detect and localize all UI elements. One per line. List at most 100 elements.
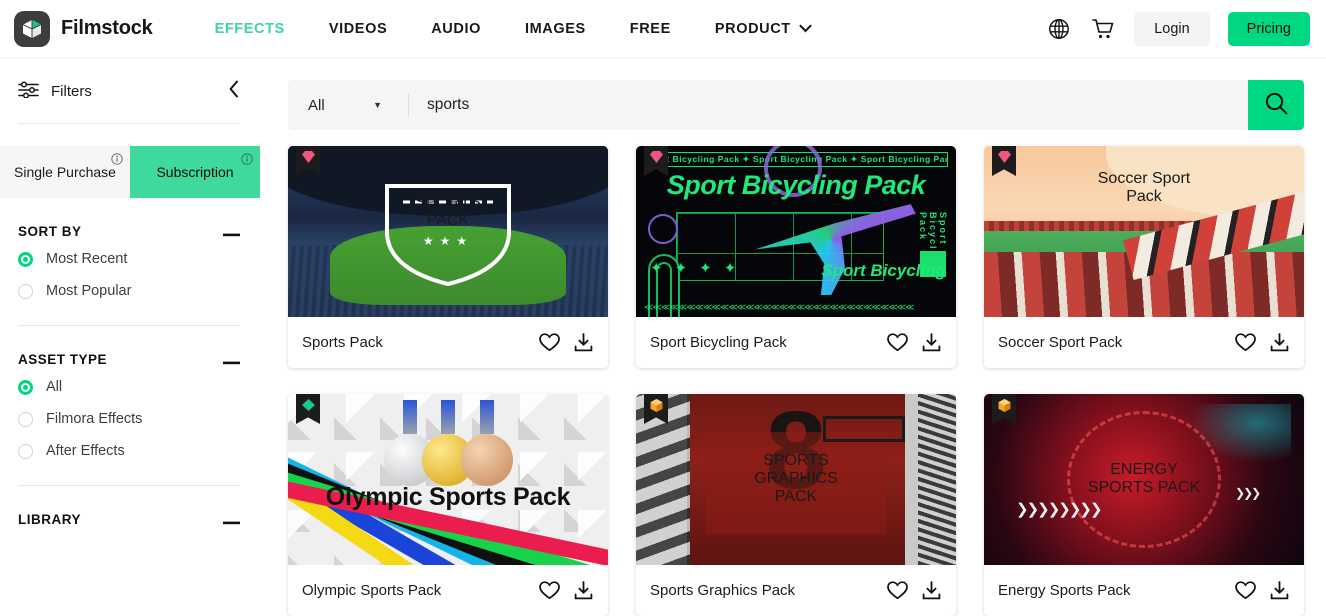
facet-sort-by-header[interactable]: SORT BY [18, 198, 240, 243]
art-title: SPORTS [415, 193, 481, 211]
facet-asset-type-title: ASSET TYPE [18, 352, 108, 367]
facet-asset-type-header[interactable]: ASSET TYPE [18, 326, 240, 371]
thumbnail-art-bicycling: Sport Bicycling Pack ✦ Sport Bicycling P… [636, 146, 956, 317]
card-actions [887, 333, 941, 352]
search-icon [1264, 91, 1289, 119]
card-actions [539, 333, 593, 352]
download-icon[interactable] [922, 333, 941, 352]
nav-item-videos[interactable]: VIDEOS [307, 13, 409, 45]
minus-icon[interactable] [223, 514, 240, 525]
filters-sidebar: Filters Single Purchase Subscription SOR… [0, 58, 260, 616]
sort-option-most-recent-label: Most Recent [46, 251, 128, 267]
card-footer: Sports Pack [288, 316, 608, 368]
download-icon[interactable] [922, 581, 941, 600]
card-thumbnail[interactable]: 8 SPORTS GRAPHICS PACK [636, 394, 956, 565]
top-navigation-bar: Filmstock EFFECTS VIDEOS AUDIO IMAGES FR… [0, 0, 1326, 58]
download-icon[interactable] [574, 581, 593, 600]
download-icon[interactable] [1270, 581, 1289, 600]
asset-option-all-label: All [46, 379, 63, 395]
search-scope-dropdown[interactable]: All ▼ [288, 80, 408, 130]
sort-option-most-recent[interactable]: Most Recent [18, 243, 240, 275]
result-card[interactable]: SPORTS PACK ★★★ Sports Pack [288, 146, 608, 368]
results-grid: SPORTS PACK ★★★ Sports Pack Sport Bicycl… [260, 130, 1326, 616]
plan-subscription-label: Subscription [156, 163, 234, 180]
facet-library: LIBRARY [0, 486, 260, 531]
card-thumbnail[interactable]: ❯❯❯❯❯❯❯❯ ❯❯❯ ENERGY SPORTS PACK [984, 394, 1304, 565]
search-submit-button[interactable] [1248, 80, 1304, 130]
art-subtitle: SPORTS PACK [1087, 479, 1201, 497]
result-card[interactable]: 8 SPORTS GRAPHICS PACK [636, 394, 956, 616]
download-icon[interactable] [1270, 333, 1289, 352]
card-footer: Energy Sports Pack [984, 564, 1304, 616]
info-icon[interactable] [241, 152, 253, 169]
nav-item-effects-label: EFFECTS [214, 20, 285, 37]
plan-single-purchase-label: Single Purchase [14, 163, 116, 180]
minus-icon[interactable] [223, 226, 240, 237]
login-button[interactable]: Login [1134, 11, 1210, 46]
facet-library-title: LIBRARY [18, 512, 81, 527]
card-thumbnail[interactable]: Olympic Sports Pack [288, 394, 608, 565]
card-footer: Sport Bicycling Pack [636, 316, 956, 368]
nav-item-images-label: IMAGES [524, 20, 586, 37]
result-card[interactable]: ❯❯❯❯❯❯❯❯ ❯❯❯ ENERGY SPORTS PACK Energy S… [984, 394, 1304, 616]
art-subtitle: PACK [426, 211, 470, 229]
radio-icon [18, 411, 33, 427]
heart-icon[interactable] [887, 333, 908, 352]
facet-library-header[interactable]: LIBRARY [18, 486, 240, 531]
heart-icon[interactable] [1235, 581, 1256, 600]
page-body: Filters Single Purchase Subscription SOR… [0, 58, 1326, 616]
result-card[interactable]: Soccer Sport Pack Soccer Sport Pack [984, 146, 1304, 368]
brand-name: Filmstock [61, 17, 153, 39]
heart-icon[interactable] [887, 581, 908, 600]
minus-icon[interactable] [223, 354, 240, 365]
art-title: SPORTS [763, 452, 829, 470]
facet-sort-by: SORT BY Most Recent Most Popular [0, 198, 260, 307]
art-subtitle: PACK [774, 488, 818, 506]
card-actions [1235, 581, 1289, 600]
sort-option-most-popular[interactable]: Most Popular [18, 275, 240, 307]
nav-item-audio[interactable]: AUDIO [409, 13, 503, 45]
thumbnail-art-text: SPORTS GRAPHICS PACK [636, 394, 956, 565]
result-card[interactable]: Sport Bicycling Pack ✦ Sport Bicycling P… [636, 146, 956, 368]
asset-option-filmora-effects[interactable]: Filmora Effects [18, 403, 240, 435]
globe-icon[interactable] [1046, 16, 1072, 42]
search-bar: All ▼ [288, 80, 1304, 130]
card-title: Olympic Sports Pack [302, 581, 442, 599]
thumbnail-art-olympic: Olympic Sports Pack [288, 394, 608, 565]
result-card[interactable]: Olympic Sports Pack Olympic Sports Pack [288, 394, 608, 616]
sidebar-divider-top [18, 123, 240, 124]
download-icon[interactable] [574, 333, 593, 352]
nav-right-actions: Login Pricing [1046, 11, 1310, 46]
card-thumbnail[interactable]: SPORTS PACK ★★★ [288, 146, 608, 317]
asset-option-all[interactable]: All [18, 371, 240, 403]
thumbnail-art-text: SPORTS PACK ★★★ [288, 146, 608, 317]
chevron-left-icon[interactable] [228, 80, 240, 103]
art-title-2: GRAPHICS [754, 470, 838, 488]
card-title: Sports Graphics Pack [650, 581, 796, 599]
plan-single-purchase-button[interactable]: Single Purchase [0, 146, 130, 198]
plan-type-toggle: Single Purchase Subscription [0, 146, 260, 198]
nav-item-images[interactable]: IMAGES [503, 13, 608, 45]
asset-option-after-effects[interactable]: After Effects [18, 435, 240, 467]
nav-item-product[interactable]: PRODUCT [693, 13, 834, 45]
card-thumbnail[interactable]: Sport Bicycling Pack ✦ Sport Bicycling P… [636, 146, 956, 317]
plan-subscription-button[interactable]: Subscription [130, 146, 260, 198]
card-thumbnail[interactable]: Soccer Sport Pack [984, 146, 1304, 317]
art-tag: Sport Bicycling [821, 260, 946, 280]
brand-logo[interactable]: Filmstock [14, 10, 153, 47]
heart-icon[interactable] [539, 581, 560, 600]
nav-item-effects[interactable]: EFFECTS [193, 13, 307, 45]
nav-item-audio-label: AUDIO [431, 20, 481, 37]
nav-item-free[interactable]: FREE [608, 13, 693, 45]
radio-icon [18, 379, 33, 395]
radio-icon [18, 283, 33, 299]
shopping-cart-icon[interactable] [1090, 16, 1116, 42]
info-icon[interactable] [111, 152, 123, 169]
search-input[interactable] [409, 80, 1248, 130]
card-footer: Sports Graphics Pack [636, 564, 956, 616]
sort-option-most-popular-label: Most Popular [46, 283, 132, 299]
art-title: ENERGY [1110, 461, 1178, 479]
heart-icon[interactable] [539, 333, 560, 352]
pricing-button[interactable]: Pricing [1227, 11, 1310, 46]
heart-icon[interactable] [1235, 333, 1256, 352]
